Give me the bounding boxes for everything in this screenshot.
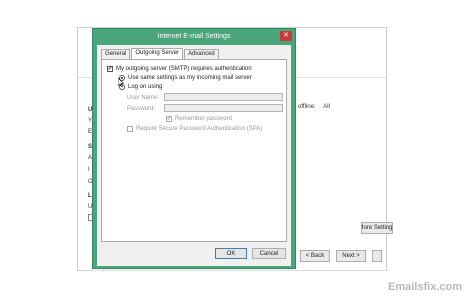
spa-label: Require Secure Password Authentication (…: [136, 126, 263, 132]
tab-general[interactable]: General: [101, 49, 131, 59]
field-letter: I: [88, 167, 90, 173]
dialog-title: Internet E-mail Settings: [157, 33, 231, 40]
remember-password-label: Remember password: [175, 116, 233, 122]
password-label: Password:: [127, 106, 156, 112]
tab-outgoing-server[interactable]: Outgoing Server: [131, 48, 184, 59]
back-button[interactable]: < Back: [300, 250, 330, 262]
dialog-titlebar: Internet E-mail Settings ✕: [93, 29, 295, 44]
user-name-input[interactable]: [164, 93, 283, 101]
checkbox-checked-icon[interactable]: ✔: [166, 116, 172, 122]
log-on-using-option[interactable]: Log on using: [119, 84, 162, 90]
tab-strip: General Outgoing Server Advanced: [101, 48, 220, 59]
use-same-settings-option[interactable]: Use same settings as my incoming mail se…: [119, 75, 252, 81]
ok-button[interactable]: OK: [215, 248, 247, 259]
dialog-body: General Outgoing Server Advanced ✔ My ou…: [97, 45, 291, 266]
offline-value: All: [323, 104, 330, 110]
footer-divider: [88, 270, 388, 271]
remember-password-option[interactable]: ✔ Remember password: [166, 116, 232, 122]
watermark: Emailsfix.com: [388, 281, 462, 293]
more-settings-button[interactable]: More Settings: [361, 222, 393, 234]
user-name-label: User Name:: [127, 95, 160, 101]
log-on-using-label: Log on using: [128, 84, 163, 90]
password-input[interactable]: [164, 104, 283, 112]
offline-label: offline:: [298, 104, 316, 110]
checkbox-icon[interactable]: [127, 126, 133, 132]
next-button[interactable]: Next >: [336, 250, 366, 262]
cancel-button[interactable]: Cancel: [252, 248, 286, 259]
offline-setting: offline: All: [298, 104, 330, 110]
spa-option[interactable]: Require Secure Password Authentication (…: [127, 126, 262, 132]
requires-auth-option[interactable]: ✔ My outgoing server (SMTP) requires aut…: [107, 66, 252, 72]
requires-auth-label: My outgoing server (SMTP) requires authe…: [116, 66, 252, 72]
cancel-button-partial[interactable]: [372, 250, 382, 262]
close-button[interactable]: ✕: [280, 31, 292, 41]
internet-email-settings-dialog: Internet E-mail Settings ✕ General Outgo…: [92, 28, 296, 269]
close-icon: ✕: [283, 32, 289, 39]
checkbox-checked-icon[interactable]: ✔: [107, 66, 113, 72]
outgoing-server-panel: ✔ My outgoing server (SMTP) requires aut…: [101, 59, 287, 242]
tab-advanced[interactable]: Advanced: [184, 49, 219, 59]
mouse-pointer-icon: [118, 78, 124, 87]
use-same-settings-label: Use same settings as my incoming mail se…: [128, 75, 252, 81]
